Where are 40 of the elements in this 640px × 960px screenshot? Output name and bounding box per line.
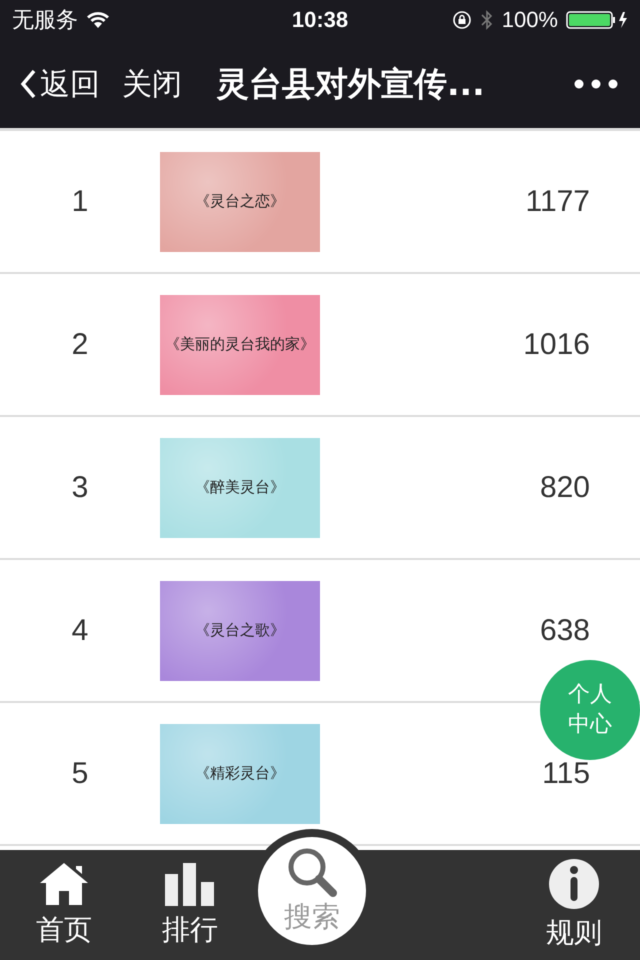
back-chevron-icon: [20, 69, 36, 99]
tab-label: 规则: [546, 915, 602, 951]
poster-title: 《精彩灵台》: [195, 764, 285, 783]
wifi-icon: [86, 11, 110, 29]
rank-number: 2: [70, 328, 90, 362]
info-icon: [548, 858, 600, 910]
battery-icon: [566, 11, 628, 29]
bluetooth-icon: [480, 9, 494, 31]
tab-label: 首页: [36, 912, 92, 948]
vote-count: 820: [538, 470, 591, 504]
close-button[interactable]: 关闭: [122, 64, 182, 104]
tab-label: 排行: [162, 912, 218, 948]
tab-item[interactable]: 首页: [26, 861, 102, 949]
rank-number: 5: [70, 756, 90, 790]
more-icon[interactable]: [574, 79, 618, 89]
ranking-row[interactable]: 1 《灵台之恋》 1177: [0, 131, 640, 274]
tab-item[interactable]: 规则: [536, 858, 612, 952]
home-icon: [38, 861, 90, 907]
poster-title: 《美丽的灵台我的家》: [165, 335, 315, 354]
rotation-lock-icon: [452, 10, 472, 30]
vote-count: 1016: [522, 328, 591, 362]
vote-count: 638: [538, 614, 591, 648]
ranking-row[interactable]: 3 《醉美灵台》 820: [0, 417, 640, 560]
poster-title: 《灵台之歌》: [195, 621, 285, 640]
back-button[interactable]: 返回: [20, 64, 100, 104]
poster-title: 《醉美灵台》: [195, 478, 285, 497]
carrier-text: 无服务: [12, 7, 78, 35]
rank-number: 1: [70, 184, 90, 218]
tab-label: 搜索: [284, 899, 340, 935]
rank-number: 4: [70, 614, 90, 648]
search-icon: [286, 846, 338, 898]
clock-text: 10:38: [292, 7, 348, 33]
battery-text: 100%: [502, 7, 558, 33]
vote-count: 1177: [524, 184, 591, 218]
ranking-row[interactable]: 2 《美丽的灵台我的家》 1016: [0, 274, 640, 417]
rank-number: 3: [70, 470, 90, 504]
bar-chart-icon: [164, 861, 216, 907]
page-title: 灵台县对外宣传...: [216, 62, 486, 104]
poster-title: 《灵台之恋》: [195, 192, 285, 211]
tab-item[interactable]: 排行: [152, 861, 228, 949]
